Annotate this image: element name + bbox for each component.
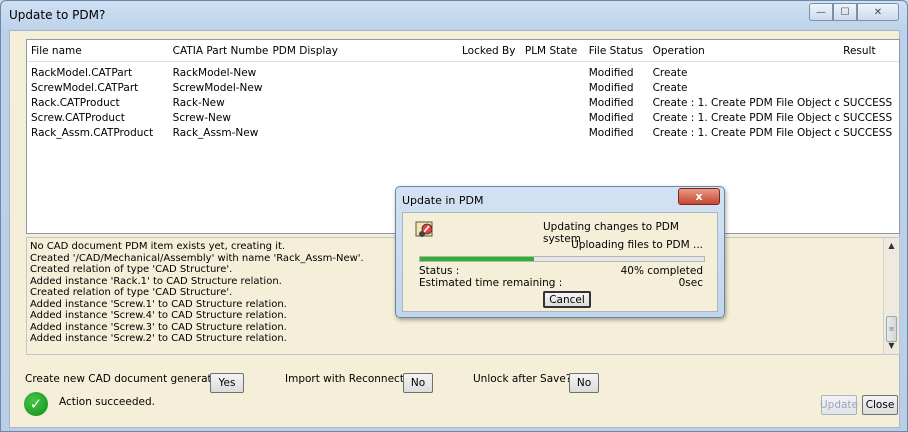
cell-operation: Create : 1. Create PDM File Object of ty…	[652, 111, 840, 124]
cancel-button[interactable]: Cancel	[543, 291, 591, 308]
table-header: File name CATIA Part Number PDM Display …	[27, 40, 899, 62]
table-body: RackModel.CATPart RackModel-New Modified…	[27, 62, 899, 140]
minimize-button[interactable]: —	[809, 3, 833, 21]
cell-file-name: RackModel.CATPart	[31, 66, 133, 79]
maximize-button[interactable]: ☐	[833, 3, 857, 21]
cell-file-status: Modified	[588, 81, 634, 94]
progress-subheading: Uploading files to PDM ...	[571, 239, 703, 251]
progress-dialog-title: Update in PDM	[402, 194, 484, 207]
pdm-sync-icon	[415, 221, 433, 237]
table-row[interactable]: ScrewModel.CATPart ScrewModel-New Modifi…	[27, 80, 899, 95]
progress-dialog: Update in PDM x Updating changes to PDM …	[395, 186, 725, 318]
eta-value: 0sec	[678, 277, 703, 289]
cell-operation: Create : 1. Create PDM File Object of ty…	[652, 96, 840, 109]
close-icon: ✕	[873, 6, 883, 18]
column-header-result[interactable]: Result	[839, 45, 899, 57]
unlock-label: Unlock after Save?	[473, 373, 572, 385]
log-scrollbar[interactable]: ▲ ≡ ▼	[883, 238, 899, 354]
close-button[interactable]: Close	[862, 395, 898, 415]
reconnect-toggle-button[interactable]: No	[403, 373, 433, 393]
progress-bar	[419, 256, 705, 262]
title-bar: Update to PDM? — ☐ ✕	[1, 1, 907, 29]
reconnect-label: Import with Reconnect?	[285, 373, 410, 385]
cell-result: SUCCESS	[843, 111, 893, 124]
close-icon: x	[695, 190, 703, 203]
cell-part-number: Rack-New	[172, 96, 225, 109]
status-label: Status :	[419, 265, 460, 277]
cell-result: SUCCESS	[843, 126, 893, 139]
maximize-icon: ☐	[840, 6, 850, 18]
cell-part-number: Rack_Assm-New	[172, 126, 259, 139]
cell-part-number: RackModel-New	[172, 66, 257, 79]
scroll-up-icon[interactable]: ▲	[884, 239, 899, 253]
progress-dialog-body: Updating changes to PDM system Uploading…	[402, 212, 718, 312]
minimize-icon: —	[816, 6, 826, 18]
window-title: Update to PDM?	[9, 8, 106, 22]
log-line: Added instance 'Screw.2' to CAD Structur…	[30, 333, 287, 344]
status-value: 40% completed	[620, 265, 703, 277]
column-header-plm-state[interactable]: PLM State	[521, 45, 585, 57]
log-line: Added instance 'Screw.3' to CAD Structur…	[30, 321, 287, 333]
column-header-pdm-display[interactable]: PDM Display	[268, 45, 458, 57]
update-button[interactable]: Update	[820, 395, 858, 415]
cell-file-name: Screw.CATProduct	[31, 111, 125, 124]
table-row[interactable]: Screw.CATProduct Screw-New Modified Crea…	[27, 110, 899, 125]
generation-label: Create new CAD document generation?	[25, 373, 234, 385]
status-message: Action succeeded.	[59, 396, 155, 408]
progress-close-button[interactable]: x	[678, 188, 720, 205]
eta-label: Estimated time remaining :	[419, 277, 563, 289]
table-row[interactable]: Rack_Assm.CATProduct Rack_Assm-New Modif…	[27, 125, 899, 140]
progress-bar-fill	[420, 257, 534, 261]
column-header-operation[interactable]: Operation	[649, 45, 840, 57]
cell-part-number: Screw-New	[172, 111, 231, 124]
cell-part-number: ScrewModel-New	[172, 81, 263, 94]
cell-file-status: Modified	[588, 66, 634, 79]
close-window-button[interactable]: ✕	[857, 3, 899, 21]
cell-operation: Create : 1. Create PDM File Object of ty…	[652, 126, 840, 139]
column-header-file-status[interactable]: File Status	[585, 45, 649, 57]
cell-file-status: Modified	[588, 126, 634, 139]
cell-result: SUCCESS	[843, 96, 893, 109]
table-row[interactable]: RackModel.CATPart RackModel-New Modified…	[27, 65, 899, 80]
table-row[interactable]: Rack.CATProduct Rack-New Modified Create…	[27, 95, 899, 110]
column-header-part-number[interactable]: CATIA Part Number	[169, 45, 269, 57]
cell-file-status: Modified	[588, 96, 634, 109]
unlock-toggle-button[interactable]: No	[569, 373, 599, 393]
generation-toggle-button[interactable]: Yes	[210, 373, 244, 393]
window-controls: — ☐ ✕	[809, 3, 899, 21]
cell-operation: Create	[652, 66, 688, 79]
cell-operation: Create	[652, 81, 688, 94]
column-header-file-name[interactable]: File name	[27, 45, 169, 57]
scroll-down-icon[interactable]: ▼	[884, 339, 899, 353]
column-header-locked-by[interactable]: Locked By	[458, 45, 521, 57]
cell-file-status: Modified	[588, 111, 634, 124]
check-icon: ✓	[24, 392, 48, 416]
cell-file-name: ScrewModel.CATPart	[31, 81, 139, 94]
cell-file-name: Rack_Assm.CATProduct	[31, 126, 154, 139]
cell-file-name: Rack.CATProduct	[31, 96, 120, 109]
